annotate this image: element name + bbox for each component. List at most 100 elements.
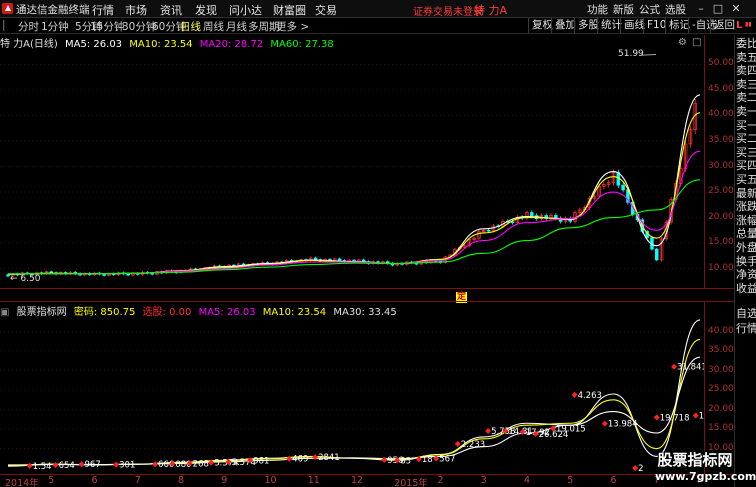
login-status[interactable]: 证券交易未登录 xyxy=(413,3,483,18)
date-tick-label: 7 xyxy=(134,475,141,486)
divider xyxy=(84,3,85,15)
tab-multi-period[interactable]: 多周期 xyxy=(248,19,280,34)
tab-1min[interactable]: 1分钟 xyxy=(41,19,69,34)
axis-tick-label: 20.00 xyxy=(708,403,734,414)
side-panel-tab[interactable]: 自选 xyxy=(736,307,756,321)
side-panel-item[interactable]: 卖五 xyxy=(736,51,756,65)
menu-wenxiaoda[interactable]: 问小达 xyxy=(229,2,262,18)
axis-tick-label: 20.00 xyxy=(708,211,734,222)
signal-value-label: 2.233 xyxy=(461,440,485,450)
side-panel-item[interactable]: 卖二 xyxy=(736,91,756,105)
close-icon[interactable]: ✕ xyxy=(729,2,743,16)
side-panel-corner: L ▮▮ xyxy=(734,18,756,35)
level-indicator-icon: L xyxy=(736,20,743,31)
side-panel-item[interactable]: 买一 xyxy=(736,119,756,133)
candle-body xyxy=(654,248,659,261)
maximize-icon[interactable]: □ xyxy=(711,2,725,16)
candle-body xyxy=(530,212,534,216)
side-panel-item[interactable]: 卖三 xyxy=(736,78,756,92)
indicator-header: ▣ 股票指标网 密码: 850.75 选股: 0.00 MA5: 26.03 M… xyxy=(0,303,401,318)
top-menu-xinban[interactable]: 新版 xyxy=(613,2,634,17)
low-price-label: ← 6.50 xyxy=(10,274,41,284)
side-panel-item[interactable]: 委比 xyxy=(736,37,756,51)
side-panel-item[interactable]: 买二 xyxy=(736,132,756,146)
minimize-icon[interactable]: – xyxy=(694,2,708,16)
series-ma10-line xyxy=(7,112,701,275)
axis-tick-label: 35.00 xyxy=(708,345,734,356)
signal-value-label: 18 xyxy=(422,455,433,465)
side-panel-item[interactable]: 净资 xyxy=(736,268,756,282)
axis-tick-label: 15.00 xyxy=(708,237,734,248)
side-panel-item[interactable]: 买三 xyxy=(736,146,756,160)
side-panel-item[interactable]: 买五 xyxy=(736,173,756,187)
window-icon[interactable]: □ xyxy=(692,37,701,48)
top-menu-xuangu[interactable]: 选股 xyxy=(665,2,686,17)
series-ma10-line xyxy=(7,338,701,467)
divider xyxy=(0,288,734,289)
signal-value-label: 301 xyxy=(119,461,135,471)
app-logo-icon xyxy=(2,3,13,14)
menu-caifuquan[interactable]: 财富圈 xyxy=(273,2,306,18)
signal-value-label: 469 xyxy=(292,455,308,465)
side-panel-tab[interactable]: 行情 xyxy=(736,322,756,336)
axis-tick-label: 35.00 xyxy=(708,134,734,145)
kline-chart[interactable]: 51.99 ← 6.50 xyxy=(0,35,704,288)
watermark-url: www.7gpzb.com xyxy=(655,470,756,483)
side-panel-item[interactable]: 总量 xyxy=(736,227,756,241)
settings-icon[interactable]: ⚙ xyxy=(678,37,687,48)
date-tick-label: 2014年 xyxy=(5,478,39,487)
axis-tick-label: 40.00 xyxy=(708,325,734,336)
tab-more[interactable]: 更多 > xyxy=(276,19,309,34)
date-tick-label: 3 xyxy=(480,475,487,486)
date-tick-label: 6 xyxy=(610,475,617,486)
side-panel-item[interactable]: 换手 xyxy=(736,255,756,269)
series-ma20-line xyxy=(7,150,701,275)
signal-value-label: 83 xyxy=(400,456,411,466)
peak-price-label: 51.99 xyxy=(618,49,644,59)
menu-shichang[interactable]: 市场 xyxy=(125,2,147,18)
ind-ma30: MA30: 33.45 xyxy=(333,307,397,318)
side-panel-item[interactable]: 涨跌 xyxy=(736,200,756,214)
date-tick-label: 10 xyxy=(264,475,277,486)
menu-jiaoyi[interactable]: 交易 xyxy=(315,2,337,18)
tab-fenshi[interactable]: 分时 xyxy=(18,19,39,34)
axis-tick-label: 50.00 xyxy=(708,58,734,69)
date-tick-label: 4 xyxy=(524,475,531,486)
indicator-chart[interactable]: 1.54 654 967 301 666 080 268 3.5745.574981 469 28… xyxy=(0,302,704,474)
main-chart-header: 特 力A(日线) MA5: 26.03 MA10: 23.54 MA20: 28… xyxy=(0,35,338,50)
signal-value-label: 654 xyxy=(59,461,75,471)
watermark: 股票指标网 www.7gpzb.com xyxy=(655,449,756,485)
title-bar: 通达信金融终端 行情 市场 资讯 发现 问小达 财富圈 交易 证券交易未登录 特… xyxy=(0,0,756,18)
side-panel-item[interactable]: 买四 xyxy=(736,159,756,173)
signal-value-label: 567 xyxy=(439,454,455,464)
indicator-buy: 选股: 0.00 xyxy=(142,307,192,318)
period-label: (日线) xyxy=(30,39,58,50)
menu-zixun[interactable]: 资讯 xyxy=(160,2,182,18)
stock-name: 特 力A xyxy=(0,39,31,50)
quote-side-panel[interactable]: 委比 卖五 卖四 卖三 卖二 卖一 买一 买二 买三 买四 买五 最新 涨跌 涨幅 总量 外盘 换手 净资 收益自选… xyxy=(734,35,756,487)
axis-tick-label: 30.00 xyxy=(708,160,734,171)
ma60-value: MA60: 27.38 xyxy=(270,39,334,50)
menu-hangqing[interactable]: 行情 xyxy=(92,2,114,18)
side-panel-item[interactable]: 收益 xyxy=(736,282,756,296)
tab-week[interactable]: 周线 xyxy=(203,19,224,34)
signal-value-label: 2841 xyxy=(318,453,340,463)
menu-faxian[interactable]: 发现 xyxy=(195,2,217,18)
side-panel-item[interactable]: 卖四 xyxy=(736,64,756,78)
indicator-menu-icon[interactable]: ▣ xyxy=(0,307,9,318)
tab-day[interactable]: 日线 xyxy=(180,19,201,34)
tab-month[interactable]: 月线 xyxy=(226,19,247,34)
top-menu-gongneng[interactable]: 功能 xyxy=(587,2,608,17)
date-tick-label: 6 xyxy=(91,475,98,486)
indicator-code: 密码: 850.75 xyxy=(73,307,136,318)
signal-value-label: 268 xyxy=(193,459,209,469)
top-menu-gongshi[interactable]: 公式 xyxy=(639,2,660,17)
side-panel-item[interactable]: 涨幅 xyxy=(736,214,756,228)
app-title: 通达信金融终端 xyxy=(16,4,90,16)
tab-15min[interactable]: 15分钟 xyxy=(90,19,124,34)
signal-value-label: 4.263 xyxy=(578,391,602,401)
side-panel-item[interactable]: 最新 xyxy=(736,187,756,201)
expand-icon[interactable]: | xyxy=(2,19,6,31)
side-panel-item[interactable]: 卖一 xyxy=(736,105,756,119)
side-panel-item[interactable]: 外盘 xyxy=(736,241,756,255)
